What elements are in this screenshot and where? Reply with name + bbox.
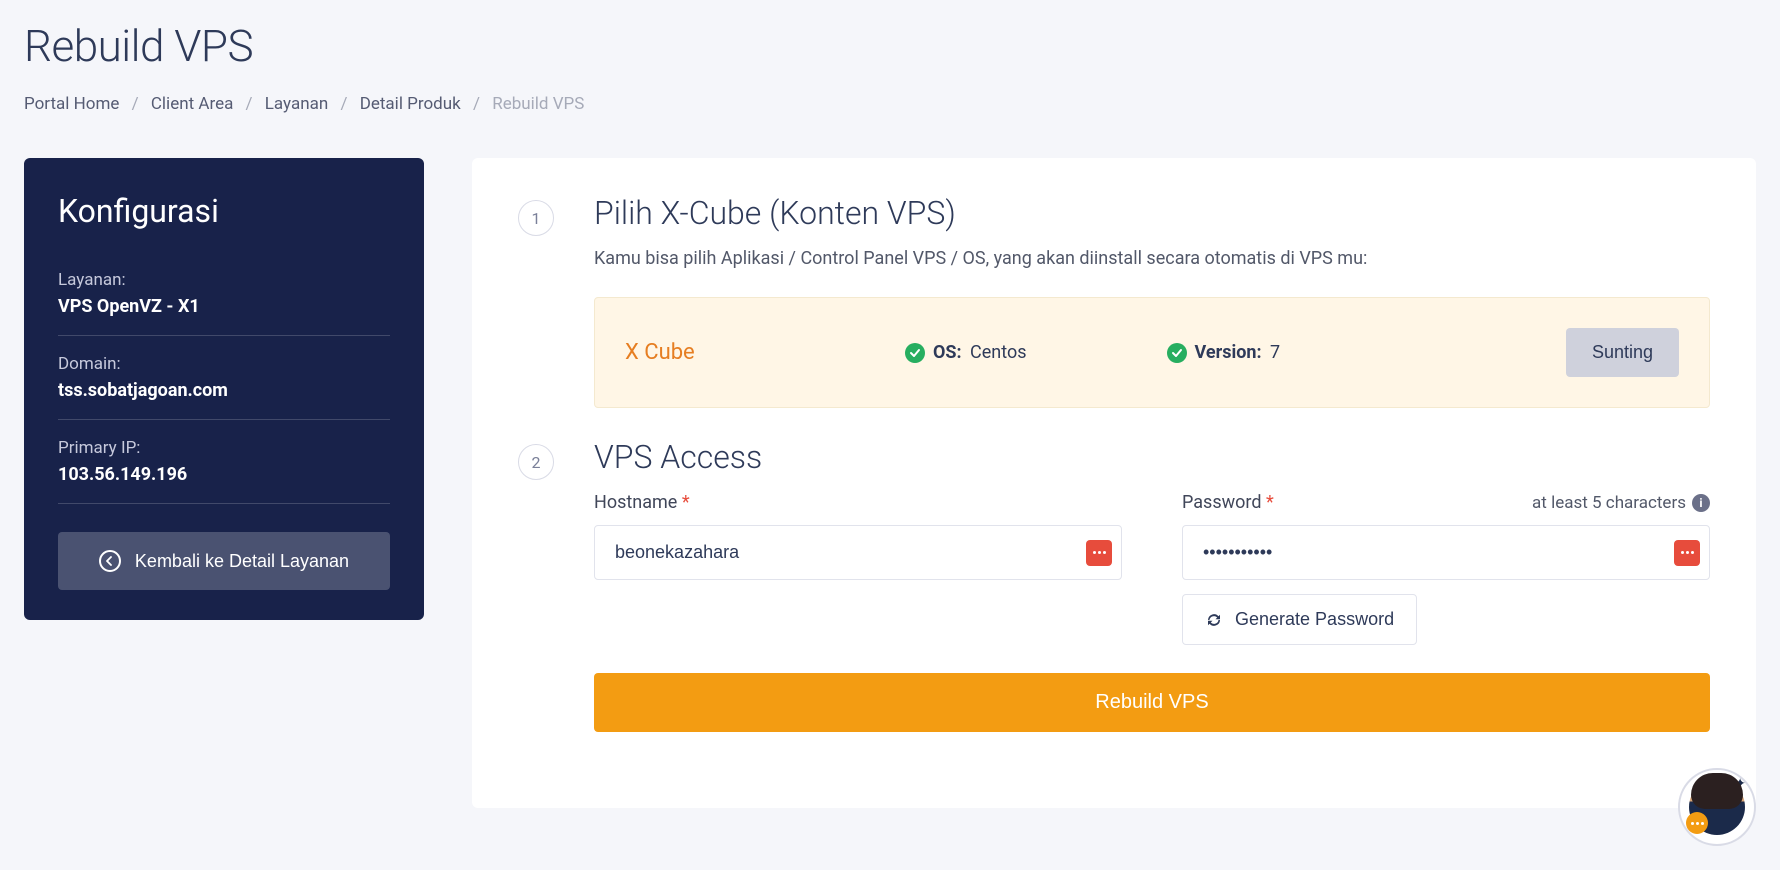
os-label: OS: <box>933 342 962 363</box>
breadcrumb: Portal Home / Client Area / Layanan / De… <box>24 94 1756 114</box>
step-2-title: VPS Access <box>594 438 1710 476</box>
breadcrumb-link-detail[interactable]: Detail Produk <box>360 94 461 114</box>
back-button[interactable]: Kembali ke Detail Layanan <box>58 532 390 590</box>
info-icon[interactable]: i <box>1692 494 1710 512</box>
breadcrumb-separator: / <box>246 94 253 114</box>
password-field-group: Password * at least 5 characters i <box>1182 492 1710 645</box>
generate-password-label: Generate Password <box>1235 609 1394 630</box>
breadcrumb-current: Rebuild VPS <box>492 94 584 114</box>
page-title: Rebuild VPS <box>24 20 1756 72</box>
rebuild-button[interactable]: Rebuild VPS <box>594 673 1710 732</box>
sidebar-row-ip: Primary IP: 103.56.149.196 <box>58 438 390 504</box>
main-panel: 1 Pilih X-Cube (Konten VPS) Kamu bisa pi… <box>472 158 1756 808</box>
breadcrumb-link-layanan[interactable]: Layanan <box>265 94 328 114</box>
generate-password-button[interactable]: Generate Password <box>1182 594 1417 645</box>
hostname-field-group: Hostname * <box>594 492 1122 645</box>
sidebar-row-service: Layanan: VPS OpenVZ - X1 <box>58 270 390 336</box>
check-icon <box>905 343 925 363</box>
step-1-description: Kamu bisa pilih Aplikasi / Control Panel… <box>594 248 1710 269</box>
xcube-os: OS: Centos <box>905 342 1027 363</box>
password-hint: at least 5 characters i <box>1532 493 1710 513</box>
config-sidebar: Konfigurasi Layanan: VPS OpenVZ - X1 Dom… <box>24 158 424 620</box>
back-button-label: Kembali ke Detail Layanan <box>135 551 349 572</box>
password-label: Password * <box>1182 492 1274 513</box>
required-marker: * <box>682 492 690 513</box>
hostname-label: Hostname * <box>594 492 1122 513</box>
chat-bubble-icon <box>1686 812 1708 834</box>
password-input[interactable] <box>1182 525 1710 580</box>
step-1-number: 1 <box>518 200 554 236</box>
sunting-button[interactable]: Sunting <box>1566 328 1679 377</box>
input-status-icon <box>1086 540 1112 566</box>
step-1: 1 Pilih X-Cube (Konten VPS) Kamu bisa pi… <box>518 194 1710 408</box>
step-2-number: 2 <box>518 444 554 480</box>
xcube-selection-panel: X Cube OS: Centos Version: 7 <box>594 297 1710 408</box>
breadcrumb-separator: / <box>473 94 480 114</box>
os-value: Centos <box>970 342 1026 363</box>
arrow-left-icon <box>99 550 121 572</box>
breadcrumb-separator: / <box>132 94 139 114</box>
required-marker: * <box>1266 492 1274 513</box>
service-label: Layanan: <box>58 270 390 290</box>
chat-widget[interactable]: ✦ <box>1678 768 1756 846</box>
xcube-name: X Cube <box>625 340 865 365</box>
version-value: 7 <box>1270 342 1280 363</box>
xcube-version: Version: 7 <box>1167 342 1281 363</box>
input-status-icon <box>1674 540 1700 566</box>
sidebar-row-domain: Domain: tss.sobatjagoan.com <box>58 354 390 420</box>
version-label: Version: <box>1195 342 1262 363</box>
service-value: VPS OpenVZ - X1 <box>58 296 390 317</box>
ip-label: Primary IP: <box>58 438 390 458</box>
breadcrumb-link-client[interactable]: Client Area <box>151 94 233 114</box>
ip-value: 103.56.149.196 <box>58 464 390 485</box>
domain-label: Domain: <box>58 354 390 374</box>
refresh-icon <box>1205 611 1223 629</box>
check-icon <box>1167 343 1187 363</box>
breadcrumb-link-home[interactable]: Portal Home <box>24 94 119 114</box>
sidebar-title: Konfigurasi <box>58 192 390 230</box>
breadcrumb-separator: / <box>340 94 347 114</box>
domain-value: tss.sobatjagoan.com <box>58 380 390 401</box>
step-2: 2 VPS Access Hostname * <box>518 438 1710 732</box>
hostname-input[interactable] <box>594 525 1122 580</box>
step-1-title: Pilih X-Cube (Konten VPS) <box>594 194 1710 232</box>
